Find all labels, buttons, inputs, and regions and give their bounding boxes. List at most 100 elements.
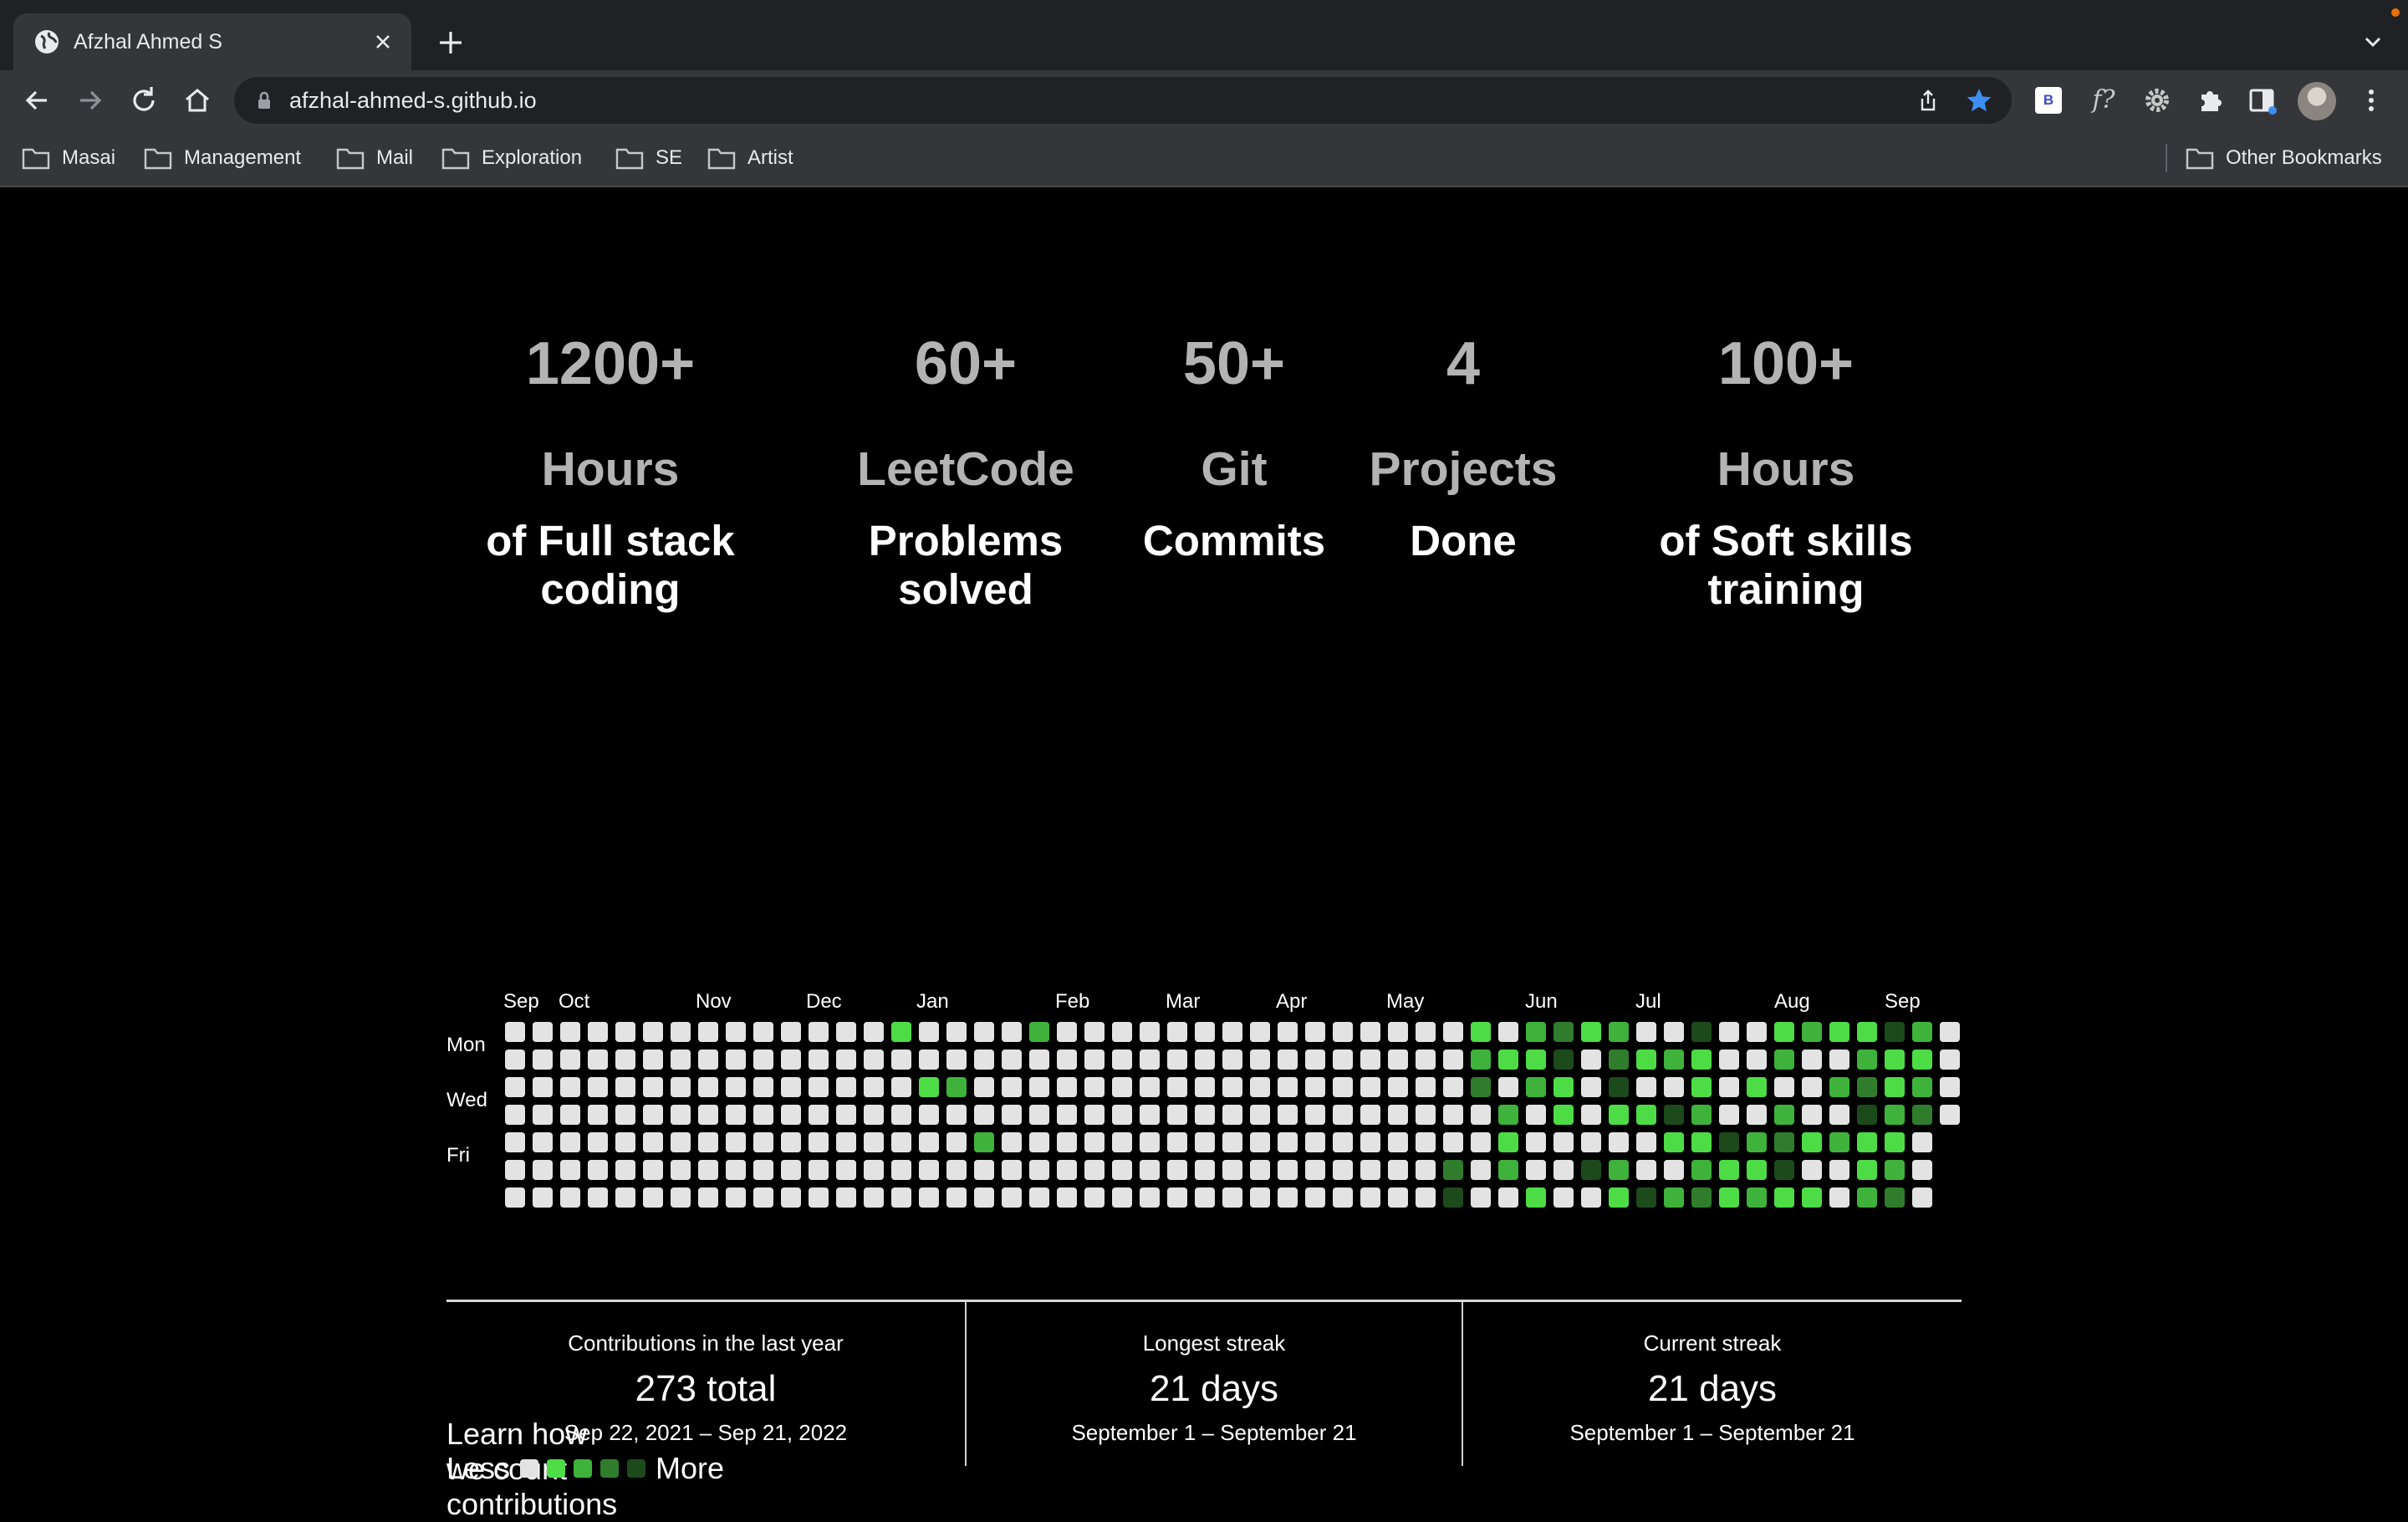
contribution-cell[interactable]	[1829, 1050, 1849, 1070]
contribution-cell[interactable]	[891, 1132, 911, 1152]
contribution-cell[interactable]	[919, 1022, 939, 1042]
contribution-cell[interactable]	[560, 1022, 580, 1042]
contribution-cell[interactable]	[1333, 1077, 1353, 1097]
contribution-cell[interactable]	[1774, 1160, 1794, 1180]
contribution-cell[interactable]	[1553, 1050, 1574, 1070]
contribution-cell[interactable]	[836, 1050, 856, 1070]
contribution-cell[interactable]	[1250, 1132, 1270, 1152]
contribution-cell[interactable]	[864, 1160, 884, 1180]
contribution-cell[interactable]	[1664, 1132, 1684, 1152]
contribution-cell[interactable]	[505, 1132, 525, 1152]
contribution-cell[interactable]	[1912, 1187, 1932, 1208]
contribution-cell[interactable]	[1388, 1105, 1408, 1125]
contribution-cell[interactable]	[1388, 1077, 1408, 1097]
contribution-cell[interactable]	[891, 1022, 911, 1042]
contribution-cell[interactable]	[1195, 1050, 1215, 1070]
contribution-cell[interactable]	[1443, 1132, 1463, 1152]
contribution-cell[interactable]	[1553, 1077, 1574, 1097]
profile-avatar[interactable]	[2298, 82, 2336, 120]
contribution-cell[interactable]	[1609, 1132, 1629, 1152]
contribution-cell[interactable]	[781, 1050, 801, 1070]
contribution-cell[interactable]	[1002, 1160, 1022, 1180]
contribution-cell[interactable]	[1084, 1160, 1105, 1180]
contribution-cell[interactable]	[1388, 1132, 1408, 1152]
contribution-cell[interactable]	[643, 1077, 663, 1097]
side-panel-icon[interactable]	[2246, 84, 2279, 117]
contribution-cell[interactable]	[1416, 1132, 1436, 1152]
contribution-cell[interactable]	[1912, 1050, 1932, 1070]
contribution-cell[interactable]	[1691, 1187, 1712, 1208]
contribution-cell[interactable]	[1195, 1160, 1215, 1180]
contribution-cell[interactable]	[1305, 1105, 1325, 1125]
contribution-cell[interactable]	[1912, 1077, 1932, 1097]
contribution-cell[interactable]	[974, 1187, 994, 1208]
contribution-cell[interactable]	[1305, 1160, 1325, 1180]
contribution-cell[interactable]	[1636, 1160, 1656, 1180]
contribution-cell[interactable]	[1691, 1132, 1712, 1152]
contribution-cell[interactable]	[781, 1132, 801, 1152]
contribution-cell[interactable]	[1526, 1187, 1546, 1208]
contribution-cell[interactable]	[643, 1105, 663, 1125]
contribution-cell[interactable]	[1084, 1132, 1105, 1152]
contribution-cell[interactable]	[1057, 1050, 1077, 1070]
bookmark-folder-exploration[interactable]: Exploration	[441, 130, 582, 186]
contribution-cell[interactable]	[1029, 1077, 1049, 1097]
bookmark-folder-mail[interactable]: Mail	[336, 130, 413, 186]
contribution-cell[interactable]	[560, 1132, 580, 1152]
contribution-cell[interactable]	[588, 1050, 608, 1070]
contribution-cell[interactable]	[1857, 1132, 1877, 1152]
contribution-cell[interactable]	[1222, 1132, 1242, 1152]
contribution-cell[interactable]	[1002, 1187, 1022, 1208]
contribution-cell[interactable]	[836, 1132, 856, 1152]
contribution-cell[interactable]	[671, 1022, 691, 1042]
contribution-cell[interactable]	[1084, 1050, 1105, 1070]
contribution-cell[interactable]	[560, 1187, 580, 1208]
contribution-cell[interactable]	[1388, 1050, 1408, 1070]
contribution-cell[interactable]	[726, 1132, 746, 1152]
contribution-cell[interactable]	[1691, 1160, 1712, 1180]
contribution-cell[interactable]	[1691, 1022, 1712, 1042]
contribution-cell[interactable]	[1195, 1077, 1215, 1097]
contribution-cell[interactable]	[1498, 1022, 1518, 1042]
contribution-cell[interactable]	[1747, 1187, 1767, 1208]
contribution-cell[interactable]	[1609, 1187, 1629, 1208]
contribution-cell[interactable]	[1498, 1132, 1518, 1152]
contribution-cell[interactable]	[891, 1050, 911, 1070]
contribution-cell[interactable]	[1581, 1132, 1601, 1152]
contribution-cell[interactable]	[1167, 1105, 1187, 1125]
contribution-cell[interactable]	[1471, 1187, 1491, 1208]
contribution-cell[interactable]	[615, 1105, 635, 1125]
contribution-cell[interactable]	[1029, 1050, 1049, 1070]
contribution-cell[interactable]	[1443, 1022, 1463, 1042]
contribution-cell[interactable]	[1885, 1132, 1905, 1152]
contribution-cell[interactable]	[864, 1077, 884, 1097]
contribution-cell[interactable]	[1057, 1187, 1077, 1208]
contribution-cell[interactable]	[671, 1160, 691, 1180]
contribution-cell[interactable]	[1609, 1160, 1629, 1180]
contribution-cell[interactable]	[671, 1077, 691, 1097]
contribution-cell[interactable]	[1471, 1105, 1491, 1125]
contribution-cell[interactable]	[1471, 1077, 1491, 1097]
share-icon[interactable]	[1915, 87, 1941, 114]
contribution-cell[interactable]	[643, 1050, 663, 1070]
contribution-cell[interactable]	[671, 1132, 691, 1152]
close-icon[interactable]	[370, 28, 396, 55]
contribution-cell[interactable]	[974, 1160, 994, 1180]
contribution-cell[interactable]	[1029, 1187, 1049, 1208]
contribution-cell[interactable]	[1829, 1160, 1849, 1180]
contribution-cell[interactable]	[1829, 1077, 1849, 1097]
contribution-cell[interactable]	[1719, 1187, 1739, 1208]
contribution-cell[interactable]	[1278, 1050, 1298, 1070]
contribution-cell[interactable]	[588, 1022, 608, 1042]
contribution-cell[interactable]	[1829, 1132, 1849, 1152]
contribution-cell[interactable]	[836, 1022, 856, 1042]
url-text[interactable]: afzhal-ahmed-s.github.io	[289, 77, 537, 124]
contribution-cell[interactable]	[891, 1187, 911, 1208]
contribution-cell[interactable]	[1250, 1022, 1270, 1042]
contribution-cell[interactable]	[809, 1050, 829, 1070]
contribution-cell[interactable]	[1360, 1187, 1380, 1208]
contribution-cell[interactable]	[1774, 1022, 1794, 1042]
gear-icon[interactable]	[2140, 84, 2174, 117]
contribution-cell[interactable]	[1084, 1077, 1105, 1097]
contribution-cell[interactable]	[1553, 1187, 1574, 1208]
